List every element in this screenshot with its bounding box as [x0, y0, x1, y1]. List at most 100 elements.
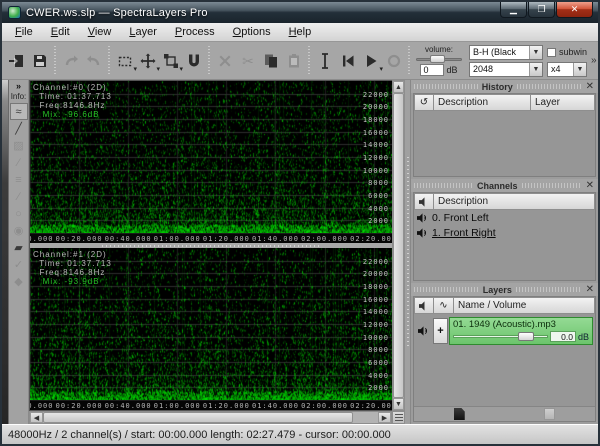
time-tick-label: 01:20.000 — [203, 235, 250, 243]
play-button[interactable]: ▾ — [359, 49, 382, 73]
menu-edit[interactable]: Edit — [42, 24, 79, 40]
speaker-icon[interactable] — [414, 316, 432, 346]
save-button[interactable] — [28, 49, 51, 73]
layer-volume-slider[interactable] — [453, 332, 548, 341]
menu-layer[interactable]: Layer — [120, 24, 166, 40]
menu-process[interactable]: Process — [166, 24, 224, 40]
toolbar-overflow-button[interactable]: » — [591, 55, 597, 66]
layers-col-name-volume: Name / Volume — [454, 297, 595, 314]
close-button[interactable]: ✕ — [556, 2, 593, 18]
channel-0-info: Channel:#0 (2D) Time: 01:37.713 Freq:814… — [33, 83, 112, 119]
zoom-factor-select[interactable]: x4 ▼ — [547, 62, 587, 77]
history-col-description: Description — [434, 94, 531, 111]
tool-sidebar: » Info: ≈╱▨∕≡∕○◉▰✓◆ — [9, 80, 29, 424]
layer-item[interactable]: 01. 1949 (Acoustic).mp30.0dB — [449, 317, 593, 345]
circle-select-tool: ○ — [10, 205, 28, 222]
scroll-left-arrow[interactable]: ◀ — [30, 412, 43, 423]
right-dock: History ✕ ↺ Description Layer Ch — [410, 80, 598, 424]
picker-tool[interactable]: ╱ — [10, 120, 28, 137]
time-tick-label: 01:00.000 — [154, 235, 201, 243]
scroll-right-arrow[interactable]: ▶ — [378, 412, 391, 423]
layer-name: 01. 1949 (Acoustic).mp3 — [453, 319, 589, 330]
save-icon — [32, 53, 48, 69]
scroll-down-arrow[interactable]: ▼ — [393, 398, 404, 410]
channel-row-label[interactable]: 1. Front Right — [432, 227, 496, 239]
volume-slider-thumb[interactable] — [430, 55, 445, 63]
spectrum-graph-tool[interactable]: ≈ — [10, 103, 28, 120]
play-icon — [363, 53, 379, 69]
minimize-button[interactable]: ▁ — [500, 2, 527, 18]
paste-icon — [286, 53, 302, 69]
spectrogram-channel-0[interactable]: 2200020000180001600014000120001000080006… — [30, 81, 392, 233]
time-tick-label: 00:20.000 — [56, 402, 103, 410]
channel-row[interactable]: 0. Front Left — [414, 210, 595, 225]
chevron-down-icon[interactable]: ▼ — [529, 46, 542, 59]
clone-tool: ∕ — [10, 154, 28, 171]
vertical-scroll-thumb[interactable] — [393, 93, 404, 398]
speaker-icon[interactable] — [417, 228, 428, 238]
channel-row[interactable]: 1. Front Right — [414, 225, 595, 240]
close-icon[interactable]: ✕ — [585, 82, 595, 92]
history-list[interactable] — [414, 111, 595, 176]
menu-options[interactable]: Options — [224, 24, 280, 40]
close-icon[interactable]: ✕ — [585, 181, 595, 191]
title-bar[interactable]: CWER.ws.slp — SpectraLayers Pro ▁ ❐ ✕ — [2, 2, 598, 23]
skip-start-icon — [340, 53, 356, 69]
fft-size-select[interactable]: 2048 ▼ — [469, 62, 543, 77]
eraser-tool[interactable]: ▰ — [10, 239, 28, 256]
move-tool-button[interactable]: ▾ — [136, 49, 159, 73]
copy-button[interactable] — [259, 49, 282, 73]
subwin-checkbox[interactable] — [547, 48, 556, 57]
time-tick-label: 02:00.000 — [301, 402, 348, 410]
time-tick-label: 00:00.000 — [30, 235, 53, 243]
subwin-label: subwin — [559, 47, 587, 57]
import-button[interactable] — [5, 49, 28, 73]
vertical-scrollbar[interactable]: ▲ ▼ — [392, 80, 405, 411]
volume-value-field[interactable]: 0 — [420, 64, 444, 76]
magnet-tool-button[interactable] — [182, 49, 205, 73]
horizontal-scrollbar[interactable]: ◀ ▶ — [29, 411, 392, 424]
grid-options-button[interactable] — [392, 411, 405, 424]
cut-button: ✂ — [236, 49, 259, 73]
speaker-icon[interactable] — [417, 213, 428, 223]
time-tick-label: 02:20.000 — [350, 235, 392, 243]
layer-volume-thumb[interactable] — [518, 332, 534, 341]
undo-button — [59, 49, 82, 73]
time-cursor-button[interactable] — [313, 49, 336, 73]
chevron-down-icon[interactable]: ▼ — [573, 63, 586, 76]
record-button — [382, 49, 405, 73]
menu-view[interactable]: View — [79, 24, 121, 40]
colormap-select[interactable]: B-H (Black ▼ — [469, 45, 543, 60]
select-rectangle-button[interactable]: ▾ — [113, 49, 136, 73]
menu-help[interactable]: Help — [280, 24, 321, 40]
chevron-down-icon[interactable]: ▼ — [529, 63, 542, 76]
volume-unit-label: dB — [446, 65, 457, 75]
collapsed-panel-strip[interactable] — [2, 80, 9, 424]
subwin-checkbox-wrap[interactable]: subwin — [547, 45, 587, 60]
new-layer-icon[interactable] — [454, 408, 465, 420]
scroll-up-arrow[interactable]: ▲ — [393, 81, 404, 93]
layer-row[interactable]: +01. 1949 (Acoustic).mp30.0dB — [414, 316, 595, 346]
expand-info-button[interactable]: » — [16, 81, 21, 91]
history-undo-icon: ↺ — [414, 94, 434, 111]
channels-panel-title[interactable]: Channels ✕ — [411, 179, 598, 192]
volume-slider[interactable] — [416, 55, 462, 63]
menu-file[interactable]: File — [6, 24, 42, 40]
close-icon[interactable]: ✕ — [585, 285, 595, 295]
horizontal-scroll-thumb[interactable] — [43, 412, 353, 423]
magnet-icon — [186, 53, 202, 69]
spectrogram-channel-1[interactable]: 2200020000180001600014000120001000080006… — [30, 248, 392, 400]
maximize-button[interactable]: ❐ — [528, 2, 555, 18]
channel-row-label[interactable]: 0. Front Left — [432, 212, 489, 224]
expand-layer-button[interactable]: + — [433, 318, 448, 344]
skip-to-start-button[interactable] — [336, 49, 359, 73]
history-panel-title[interactable]: History ✕ — [411, 80, 598, 93]
layers-panel-title[interactable]: Layers ✕ — [411, 283, 598, 296]
layer-volume-value[interactable]: 0.0 — [550, 331, 576, 342]
transform-tool-button[interactable]: ▾ — [159, 49, 182, 73]
select-rect-icon — [117, 53, 133, 69]
volume-group: volume: 0 dB — [416, 45, 462, 76]
delete-layer-icon[interactable] — [544, 408, 555, 420]
speaker-icon — [414, 297, 434, 314]
cut-icon: ✂ — [240, 53, 256, 69]
